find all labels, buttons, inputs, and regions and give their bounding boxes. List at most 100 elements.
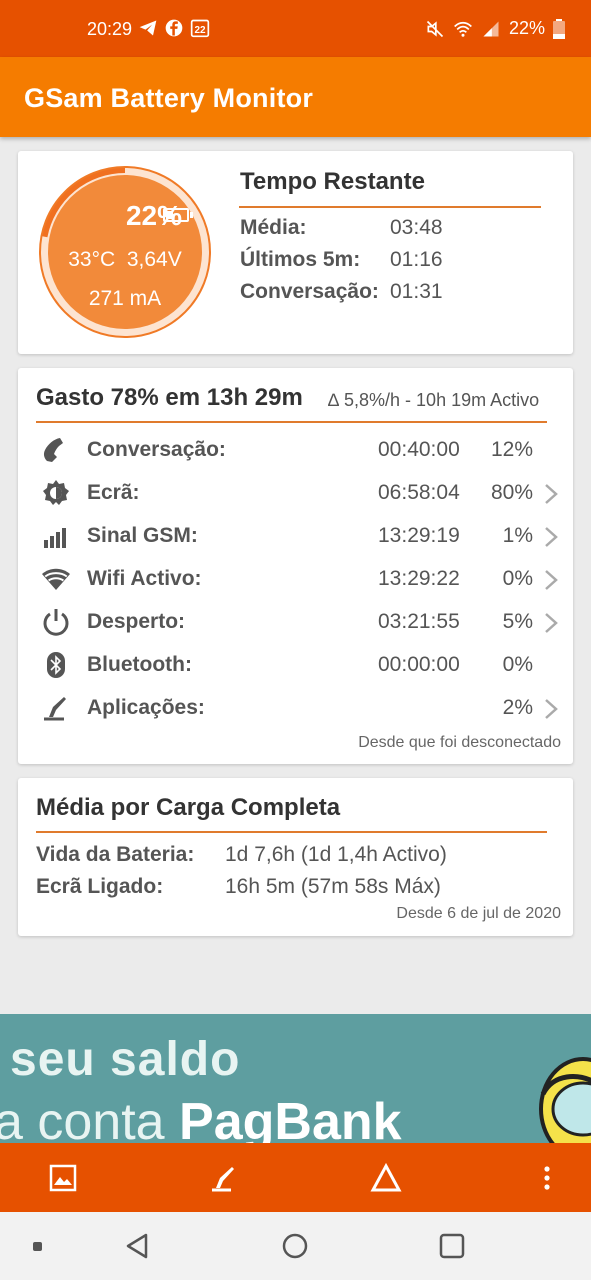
ad-line2: a conta PagBank [0,1092,402,1143]
status-bar: 20:29 22 22% [0,0,591,57]
usage-percent: 12% [490,438,533,461]
usage-percent: 80% [490,481,533,504]
usage-subtitle: ∆ 5,8%/h - 10h 19m Activo [328,390,540,410]
remaining-value: 01:16 [390,248,443,271]
chevron-right-icon[interactable] [543,482,559,506]
remaining-row: Últimos 5m: 01:16 [240,248,443,272]
average-title: Média por Carga Completa [36,794,341,821]
usage-label: Aplicações: [87,696,205,719]
average-card[interactable]: Média por Carga Completa Vida da Bateria… [18,778,573,936]
remaining-title: Tempo Restante [240,168,425,195]
gauge-current: 271 mA [88,287,162,310]
status-right: 22% [425,18,565,39]
usage-percent: 2% [502,696,533,719]
usage-card: Gasto 78% em 13h 29m ∆ 5,8%/h - 10h 19m … [18,368,573,764]
average-label: Ecrã Ligado: [36,875,164,898]
usage-title: Gasto 78% em 13h 29m [36,384,303,411]
delta-icon[interactable] [369,1161,403,1195]
ad-line1: seu saldo [10,1033,241,1086]
usage-row-aplicacoes[interactable]: Aplicações: 2% [18,688,573,728]
battery-percent: 22% [508,18,545,38]
brightness-icon [43,480,69,505]
battery-card[interactable]: 22% 33°C 3,64V 271 mA Tempo Restante Méd… [18,151,573,354]
remaining-value: 03:48 [390,216,443,239]
remaining-label: Últimos 5m: [240,248,361,271]
recents-dot-icon[interactable] [22,1230,54,1262]
chevron-right-icon[interactable] [543,525,559,549]
remaining-row: Média: 03:48 [240,216,443,240]
remaining-row: Conversação: 01:31 [240,280,443,304]
gauge-temp-voltage: 33°C 3,64V [68,248,182,271]
usage-percent: 1% [502,524,533,547]
phone-icon [43,438,63,462]
remaining-label: Conversação: [240,280,379,303]
usage-label: Bluetooth: [87,653,192,676]
usage-time: 13:29:19 [378,524,460,547]
usage-row-ecra[interactable]: Ecrã: 06:58:04 80% [18,473,573,513]
average-footnote: Desde 6 de jul de 2020 [396,905,561,922]
power-icon [43,609,69,636]
telegram-icon [139,20,157,36]
usage-row-sinal-gsm[interactable]: Sinal GSM: 13:29:19 1% [18,516,573,556]
battery-icon [553,18,565,39]
usage-percent: 0% [502,653,533,676]
notification-icons: 22 [138,18,210,38]
usage-row-wifi[interactable]: Wifi Activo: 13:29:22 0% [18,559,573,599]
usage-time: 13:29:22 [378,567,460,590]
mute-icon [426,20,444,37]
usage-label: Sinal GSM: [87,524,198,547]
remaining-divider [239,206,541,208]
app-bar: GSam Battery Monitor [0,57,591,137]
ad-mascot-image [539,1057,591,1143]
calendar-22-icon: 22 [190,19,210,38]
usage-label: Desperto: [87,610,186,633]
chevron-right-icon[interactable] [543,568,559,592]
gauge-text: 22% 33°C 3,64V 271 mA [38,165,212,339]
gauge-percent: 22% [125,200,182,231]
ad-line2-prefix: a conta [0,1093,180,1143]
usage-percent: 0% [502,567,533,590]
overview-icon[interactable] [436,1230,468,1262]
image-icon[interactable] [46,1161,80,1195]
usage-time: 00:00:00 [378,653,460,676]
ad-banner[interactable]: seu saldo a conta PagBank [0,1014,591,1143]
wifi-icon [42,568,70,590]
system-nav-bar [0,1212,591,1280]
usage-label: Wifi Activo: [87,567,202,590]
svg-text:22: 22 [194,25,206,36]
remaining-label: Média: [240,216,307,239]
remaining-value: 01:31 [390,280,443,303]
usage-row-desperto[interactable]: Desperto: 03:21:55 5% [18,602,573,642]
chevron-right-icon[interactable] [543,611,559,635]
usage-label: Conversação: [87,438,226,461]
average-row: Ecrã Ligado: 16h 5m (57m 58s Máx) [36,875,441,899]
usage-percent: 5% [502,610,533,633]
average-divider [36,831,547,833]
signal-bars-icon [44,528,66,548]
bluetooth-icon [47,652,65,678]
facebook-icon [165,19,183,37]
usage-label: Ecrã: [87,481,140,504]
average-row: Vida da Bateria: 1d 7,6h (1d 1,4h Activo) [36,843,447,867]
ad-brand: PagBank [179,1093,402,1143]
usage-time: 06:58:04 [378,481,460,504]
usage-time: 00:40:00 [378,438,460,461]
signal-icon [483,21,499,36]
gauge-battery-icon [163,208,193,222]
usage-footnote: Desde que foi desconectado [358,734,561,751]
usage-time: 03:21:55 [378,610,460,633]
average-label: Vida da Bateria: [36,843,195,866]
home-icon[interactable] [279,1230,311,1262]
average-value: 1d 7,6h (1d 1,4h Activo) [225,843,447,866]
chevron-right-icon[interactable] [543,697,559,721]
wifi-icon [454,21,472,37]
status-time: 20:29 [87,19,133,39]
brush-icon[interactable] [207,1161,241,1195]
bottom-action-bar [0,1143,591,1212]
usage-row-conversacao: Conversação: 00:40:00 12% [18,430,573,470]
more-vert-icon[interactable] [530,1161,564,1195]
average-value: 16h 5m (57m 58s Máx) [225,875,441,898]
apps-brush-icon [44,697,66,721]
usage-divider [36,421,547,423]
back-icon[interactable] [122,1230,154,1262]
